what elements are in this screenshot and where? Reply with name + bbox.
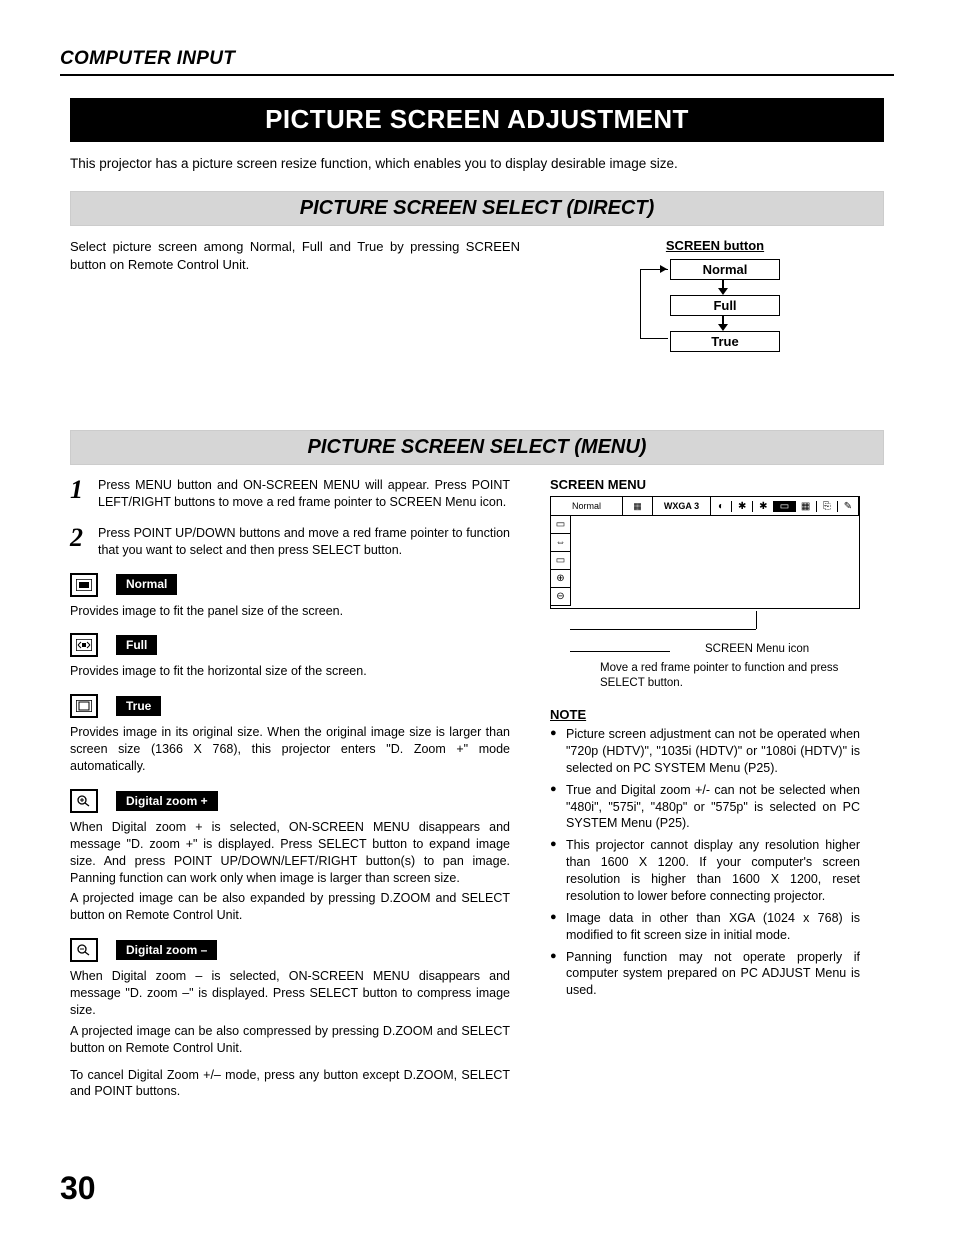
dzoom-plus-desc-2: A projected image can be also expanded b… bbox=[70, 890, 510, 924]
menu-heading: PICTURE SCREEN SELECT (MENU) bbox=[70, 430, 884, 465]
sm-pointer-label: Move a red frame pointer to function and… bbox=[600, 661, 860, 691]
option-dzoom-minus: Digital zoom – When Digital zoom – is se… bbox=[70, 938, 510, 1056]
step-1-num: 1 bbox=[70, 477, 98, 511]
sm-top-icon: ▭ bbox=[774, 501, 795, 512]
cycle-true: True bbox=[670, 331, 780, 352]
note-item: Panning function may not operate properl… bbox=[550, 949, 860, 1000]
page-title: PICTURE SCREEN ADJUSTMENT bbox=[70, 98, 884, 142]
normal-icon bbox=[70, 573, 98, 597]
sm-top-icon: ▦ bbox=[796, 501, 817, 512]
dzoom-minus-label: Digital zoom – bbox=[116, 940, 217, 960]
sm-side-icon: ⇔ bbox=[551, 534, 571, 552]
sm-top-icon: ✱ bbox=[753, 501, 774, 512]
cycle-full: Full bbox=[670, 295, 780, 316]
screen-menu-diagram: Normal ▦ WXGA 3 ◐ ✱ ✱ ▭ ▦ ⎘ ✎ ▭ ⇔ bbox=[550, 496, 860, 609]
sm-top-icon: ⎘ bbox=[817, 501, 838, 512]
full-label: Full bbox=[116, 635, 157, 655]
cancel-note: To cancel Digital Zoom +/– mode, press a… bbox=[70, 1067, 510, 1101]
sm-side-icon: ⊕ bbox=[551, 570, 571, 588]
sm-sys-icon: ▦ bbox=[623, 497, 653, 515]
step-2-text: Press POINT UP/DOWN buttons and move a r… bbox=[98, 525, 510, 559]
sm-side-icon: ▭ bbox=[551, 552, 571, 570]
cycle-diagram: Normal Full True bbox=[630, 259, 810, 352]
normal-label: Normal bbox=[116, 574, 177, 594]
normal-desc: Provides image to fit the panel size of … bbox=[70, 603, 510, 620]
intro-text: This projector has a picture screen resi… bbox=[70, 156, 884, 171]
screen-menu-title: SCREEN MENU bbox=[550, 477, 860, 492]
dzoom-plus-icon bbox=[70, 789, 98, 813]
note-heading: NOTE bbox=[550, 707, 860, 722]
step-1: 1 Press MENU button and ON-SCREEN MENU w… bbox=[70, 477, 510, 511]
note-list: Picture screen adjustment can not be ope… bbox=[550, 726, 860, 999]
divider bbox=[60, 74, 894, 76]
true-label: True bbox=[116, 696, 161, 716]
dzoom-plus-desc-1: When Digital zoom + is selected, ON-SCRE… bbox=[70, 819, 510, 887]
step-2-num: 2 bbox=[70, 525, 98, 559]
true-desc: Provides image in its original size. Whe… bbox=[70, 724, 510, 775]
option-normal: Normal Provides image to fit the panel s… bbox=[70, 573, 510, 620]
sm-icon-label: SCREEN Menu icon bbox=[705, 643, 809, 655]
note-item: True and Digital zoom +/- can not be sel… bbox=[550, 782, 860, 833]
sm-system-label: WXGA 3 bbox=[653, 497, 711, 515]
sm-top-icon: ✎ bbox=[838, 501, 858, 512]
step-2: 2 Press POINT UP/DOWN buttons and move a… bbox=[70, 525, 510, 559]
dzoom-minus-desc-1: When Digital zoom – is selected, ON-SCRE… bbox=[70, 968, 510, 1019]
dzoom-minus-icon bbox=[70, 938, 98, 962]
cycle-normal: Normal bbox=[670, 259, 780, 280]
full-icon bbox=[70, 633, 98, 657]
sm-side-icon: ▭ bbox=[551, 516, 571, 534]
direct-text: Select picture screen among Normal, Full… bbox=[70, 238, 520, 352]
note-item: This projector cannot display any resolu… bbox=[550, 837, 860, 905]
sm-current-mode: Normal bbox=[551, 497, 623, 515]
section-header: COMPUTER INPUT bbox=[60, 48, 894, 70]
sm-top-icon: ✱ bbox=[732, 501, 753, 512]
note-item: Image data in other than XGA (1024 x 768… bbox=[550, 910, 860, 944]
sm-side-icon: ⊖ bbox=[551, 588, 571, 606]
screen-button-label: SCREEN button bbox=[560, 238, 870, 253]
step-1-text: Press MENU button and ON-SCREEN MENU wil… bbox=[98, 477, 510, 511]
dzoom-minus-desc-2: A projected image can be also compressed… bbox=[70, 1023, 510, 1057]
option-full: Full Provides image to fit the horizonta… bbox=[70, 633, 510, 680]
page-number: 30 bbox=[60, 1170, 96, 1207]
true-icon bbox=[70, 694, 98, 718]
sm-top-icon: ◐ bbox=[711, 501, 732, 512]
screen-menu-annotations: SCREEN Menu icon Move a red frame pointe… bbox=[550, 611, 860, 681]
option-true: True Provides image in its original size… bbox=[70, 694, 510, 775]
dzoom-plus-label: Digital zoom + bbox=[116, 791, 218, 811]
note-item: Picture screen adjustment can not be ope… bbox=[550, 726, 860, 777]
option-dzoom-plus: Digital zoom + When Digital zoom + is se… bbox=[70, 789, 510, 924]
full-desc: Provides image to fit the horizontal siz… bbox=[70, 663, 510, 680]
direct-heading: PICTURE SCREEN SELECT (DIRECT) bbox=[70, 191, 884, 226]
